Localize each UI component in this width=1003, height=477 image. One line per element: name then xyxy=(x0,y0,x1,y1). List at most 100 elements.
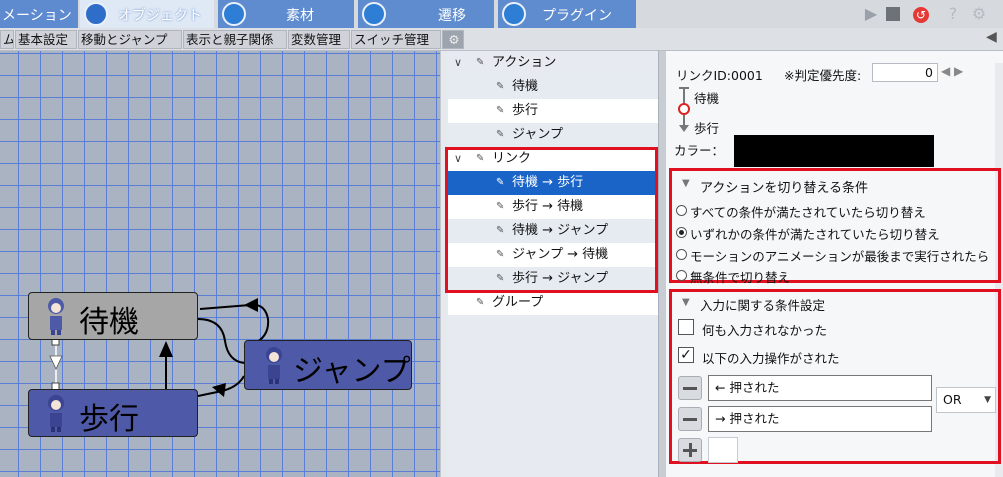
add-input-button[interactable] xyxy=(678,438,702,462)
operator-select[interactable]: OR ▼ xyxy=(936,387,996,413)
transition-icon xyxy=(362,2,386,26)
chevron-down-icon: ∨ xyxy=(454,152,463,165)
node-jump-label: ジャンプ xyxy=(293,354,411,389)
tab-object[interactable]: オブジェクト xyxy=(80,0,214,28)
arrow-left-icon[interactable]: ◀ xyxy=(941,64,950,78)
action-icon: ✎ xyxy=(496,81,505,92)
tree-item-action[interactable]: ✎ 待機 xyxy=(448,75,658,99)
puzzle-icon xyxy=(502,2,526,26)
radio-animation-end[interactable] xyxy=(676,249,687,260)
splitter[interactable] xyxy=(658,51,666,477)
tab-transition[interactable]: 遷移 xyxy=(358,0,494,28)
object-cube-icon xyxy=(84,2,108,26)
undo-icon[interactable]: ↺ xyxy=(912,5,930,23)
no-input-checkbox[interactable] xyxy=(678,319,694,335)
arrow-right-icon[interactable]: ▶ xyxy=(954,64,963,78)
radio-label: モーションのアニメーションが最後まで実行されたら xyxy=(690,249,990,264)
gear-icon[interactable]: ⚙ xyxy=(442,30,464,49)
object-tree: ∨ ✎ アクション ✎ 待機 ✎ 歩行 ✎ ジャンプ ∨ ✎ リンク ✎ 待機 … xyxy=(445,51,658,477)
link-icon: ✎ xyxy=(496,177,505,188)
node-jump[interactable]: ジャンプ xyxy=(244,340,412,390)
input-condition-field[interactable]: → 押された xyxy=(708,406,932,432)
node-idle[interactable]: 待機 xyxy=(28,292,198,340)
subtab-move-and-jump[interactable]: 移動とジャンプ xyxy=(78,30,182,49)
remove-input-button[interactable] xyxy=(678,376,702,400)
to-action-label: 歩行 xyxy=(694,121,720,136)
link-icon: ✎ xyxy=(496,201,505,212)
from-action-label: 待機 xyxy=(694,91,720,106)
tree-item-label: グループ xyxy=(492,295,544,310)
character-avatar-icon xyxy=(48,298,64,335)
color-label: カラー： xyxy=(674,143,725,158)
tree-item-label: 歩行 xyxy=(512,103,539,118)
radio-any-condition[interactable] xyxy=(676,227,687,238)
chevron-down-icon: ∨ xyxy=(454,56,463,69)
settings-icon[interactable]: ⚙ xyxy=(970,5,988,23)
tab-object-label: オブジェクト xyxy=(118,8,202,24)
tree-item-link[interactable]: ✎ ジャンプ → 待機 xyxy=(448,243,658,267)
collapse-triangle-icon[interactable]: ▼ xyxy=(682,297,690,308)
tree-group-links[interactable]: ∨ ✎ リンク xyxy=(448,147,658,171)
tree-item-label: ジャンプ → 待機 xyxy=(512,247,609,262)
tree-item-label: アクション xyxy=(492,55,557,70)
back-arrow-icon[interactable]: ◀ xyxy=(986,29,997,45)
tab-plugin-label: プラグイン xyxy=(542,8,612,24)
tab-material-label: 素材 xyxy=(286,8,314,24)
remove-input-button[interactable] xyxy=(678,407,702,431)
tree-item-label: リンク xyxy=(492,151,532,166)
subtab-partial[interactable]: ム xyxy=(0,30,14,49)
operator-value: OR xyxy=(943,392,962,407)
chevron-down-icon: ▼ xyxy=(984,395,991,405)
action-icon: ✎ xyxy=(496,129,505,140)
tree-item-label: 待機 → ジャンプ xyxy=(512,223,609,238)
radio-unconditional[interactable] xyxy=(676,270,687,281)
radio-label: 無条件で切り替え xyxy=(690,270,791,285)
tree-item-link[interactable]: ✎ 歩行 → 待機 xyxy=(448,195,658,219)
tree-item-label: 待機 → 歩行 xyxy=(512,175,584,190)
action-graph-canvas[interactable]: 待機 歩行 ジャンプ xyxy=(0,51,440,477)
splitter[interactable] xyxy=(440,51,448,477)
tree-item-label: 待機 xyxy=(512,79,539,94)
tab-material[interactable]: 素材 xyxy=(218,0,354,28)
tab-animation[interactable]: メーション xyxy=(0,0,78,28)
action-icon: ✎ xyxy=(476,57,485,68)
link-id-label: リンクID:0001 xyxy=(676,68,763,83)
tab-animation-label: メーション xyxy=(2,8,72,24)
tree-group-groups[interactable]: ✎ グループ xyxy=(448,291,658,315)
subtab-display-and-parent[interactable]: 表示と親子関係 xyxy=(183,30,287,49)
radio-label: いずれかの条件が満たされていたら切り替え xyxy=(690,227,940,242)
group-icon: ✎ xyxy=(476,297,485,308)
subtab-switches[interactable]: スイッチ管理 xyxy=(351,30,441,49)
subtab-basic-settings[interactable]: 基本設定 xyxy=(15,30,77,49)
node-walk[interactable]: 歩行 xyxy=(28,389,198,437)
input-conditions-header: 入力に関する条件設定 xyxy=(700,298,826,313)
switch-conditions-header: アクションを切り替える条件 xyxy=(700,181,868,196)
tree-item-action[interactable]: ✎ 歩行 xyxy=(448,99,658,123)
input-condition-field[interactable]: ← 押された xyxy=(708,375,932,401)
subtab-variables[interactable]: 変数管理 xyxy=(288,30,350,49)
tree-item-link[interactable]: ✎ 待機 → 歩行 xyxy=(448,171,658,195)
tab-plugin[interactable]: プラグイン xyxy=(498,0,636,28)
link-icon: ✎ xyxy=(496,273,505,284)
node-idle-label: 待機 xyxy=(79,305,139,340)
tree-group-actions[interactable]: ∨ ✎ アクション xyxy=(448,51,658,75)
help-icon[interactable]: ? xyxy=(944,5,962,23)
play-icon[interactable]: ▶ xyxy=(862,5,880,23)
scrollbar[interactable] xyxy=(995,63,1003,477)
link-icon: ✎ xyxy=(496,249,505,260)
color-swatch[interactable] xyxy=(734,135,934,167)
tree-item-action[interactable]: ✎ ジャンプ xyxy=(448,123,658,147)
tree-item-label: 歩行 → ジャンプ xyxy=(512,271,609,286)
radio-all-conditions[interactable] xyxy=(676,205,687,216)
tree-item-link[interactable]: ✎ 待機 → ジャンプ xyxy=(448,219,658,243)
new-input-field[interactable] xyxy=(708,437,738,463)
priority-input[interactable]: 0 xyxy=(872,63,938,82)
link-icon: ✎ xyxy=(496,225,505,236)
sub-tab-bar: ム 基本設定 移動とジャンプ 表示と親子関係 変数管理 スイッチ管理 ⚙ ◀ xyxy=(0,28,1003,51)
stop-icon[interactable] xyxy=(884,5,902,23)
collapse-triangle-icon[interactable]: ▼ xyxy=(682,178,690,189)
link-settings-panel: リンクID:0001 ※判定優先度: 0 ◀ ▶ 待機 歩行 カラー： ▼ アク… xyxy=(666,51,1003,477)
input-done-checkbox[interactable]: ✓ xyxy=(678,347,694,363)
tree-item-link[interactable]: ✎ 歩行 → ジャンプ xyxy=(448,267,658,291)
link-icon: ✎ xyxy=(476,153,485,164)
